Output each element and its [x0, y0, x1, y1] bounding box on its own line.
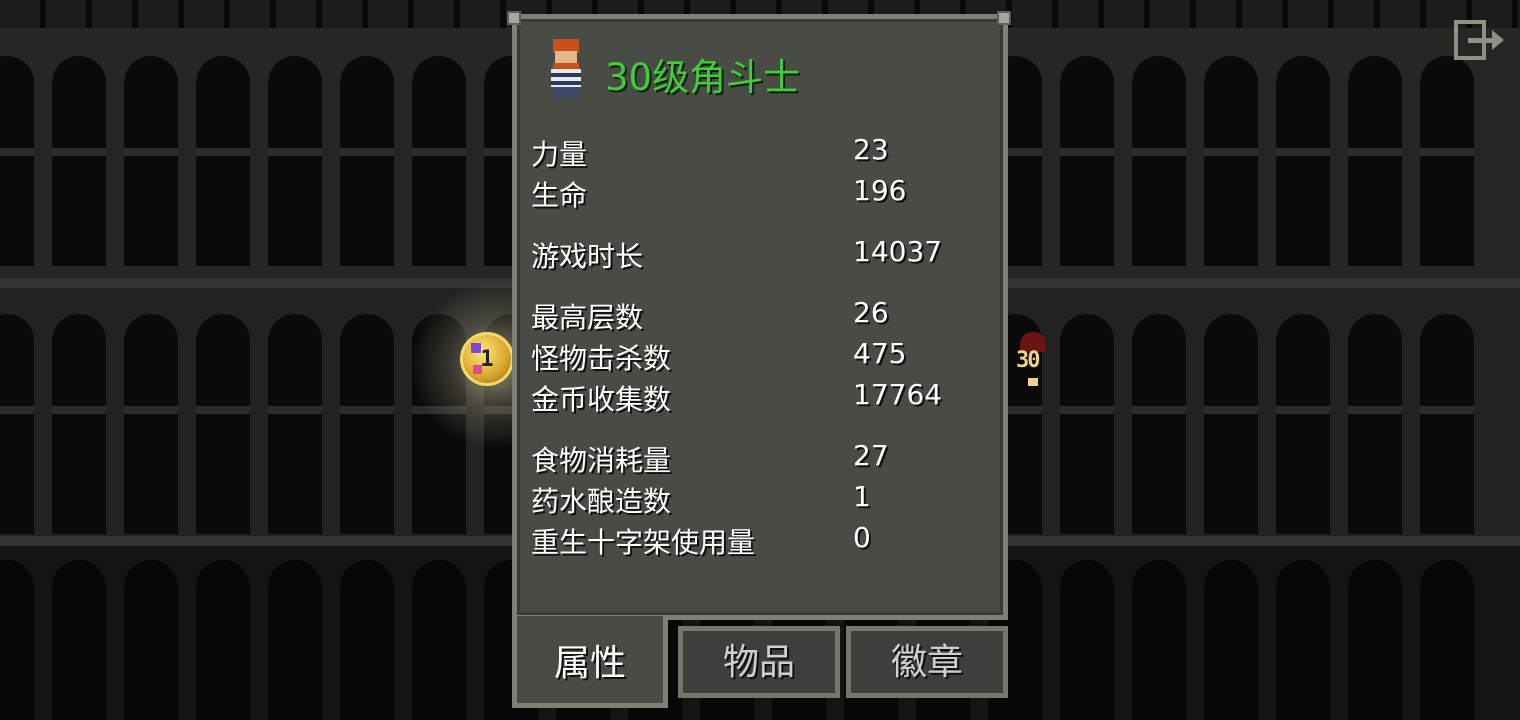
stat-value: 0 [853, 521, 871, 554]
stat-label: 药水酿造数 [531, 485, 672, 518]
stat-label: 力量 [531, 138, 588, 171]
stat-row-gold-collected: 金币收集数 17764 [531, 378, 991, 418]
background-arch [1420, 560, 1474, 720]
stat-label: 最高层数 [531, 301, 644, 334]
background-arch [268, 56, 322, 266]
background-arch [124, 56, 178, 266]
exit-icon [1454, 20, 1504, 60]
background-arch [1420, 314, 1474, 534]
background-arch [1060, 56, 1114, 266]
stat-value: 26 [853, 296, 889, 329]
background-arch [1348, 56, 1402, 266]
background-arch [412, 560, 466, 720]
exit-button[interactable] [1452, 18, 1508, 62]
background-arch [52, 560, 106, 720]
background-arch [340, 56, 394, 266]
background-arch [1204, 560, 1258, 720]
background-arch [196, 56, 250, 266]
stat-value: 475 [853, 337, 907, 370]
background-arch [412, 56, 466, 266]
background-arch [1060, 560, 1114, 720]
background-arch [52, 56, 106, 266]
hero-body [551, 69, 581, 87]
stat-value: 196 [853, 174, 907, 207]
stat-label: 重生十字架使用量 [531, 526, 756, 559]
stat-label: 怪物击杀数 [531, 342, 672, 375]
stat-label: 游戏时长 [531, 240, 644, 273]
background-arch [196, 314, 250, 534]
background-arch [1060, 314, 1114, 534]
background-arch [1348, 560, 1402, 720]
panel-corner [997, 11, 1011, 25]
background-arch [1348, 314, 1402, 534]
stat-row-ankhs-used: 重生十字架使用量 0 [531, 521, 991, 561]
background-arch [0, 560, 34, 720]
stat-row-enemies-killed: 怪物击杀数 475 [531, 337, 991, 377]
background-arch [1276, 560, 1330, 720]
hero-title: 30级角斗士 [605, 56, 801, 99]
background-arch [52, 314, 106, 534]
stat-row-max-depth: 最高层数 26 [531, 296, 991, 336]
background-arch [124, 560, 178, 720]
background-arch [1204, 314, 1258, 534]
background-arch [340, 314, 394, 534]
background-arch [268, 560, 322, 720]
background-arch [124, 314, 178, 534]
stat-row-potions-cooked: 药水酿造数 1 [531, 480, 991, 520]
panel-corner [507, 11, 521, 25]
badge-medal-icon[interactable]: 1 [460, 332, 514, 386]
hero-stats-panel: 30级角斗士 力量 23 生命 196 游戏时长 14037 最高层数 26 怪… [512, 14, 1008, 620]
tab-items[interactable]: 物品 [678, 626, 840, 698]
background-arch [1132, 314, 1186, 534]
stat-value: 14037 [853, 235, 943, 268]
background-arch [196, 560, 250, 720]
enemy-foot [1028, 378, 1038, 386]
stat-row-play-time: 游戏时长 14037 [531, 235, 991, 275]
background-arch [0, 56, 34, 266]
stat-value: 27 [853, 439, 889, 472]
enemy-level: 30 [1016, 348, 1040, 373]
background-arch [1420, 56, 1474, 266]
stat-row-health: 生命 196 [531, 174, 991, 214]
stat-label: 生命 [531, 179, 588, 212]
background-arch [1132, 56, 1186, 266]
stat-value: 17764 [853, 378, 943, 411]
hero-legs [553, 87, 579, 97]
stat-row-strength: 力量 23 [531, 133, 991, 173]
background-arch [0, 314, 34, 534]
stat-label: 食物消耗量 [531, 444, 672, 477]
background-arch [1276, 314, 1330, 534]
tab-label: 属性 [553, 643, 626, 684]
stat-value: 1 [853, 480, 871, 513]
tab-badges[interactable]: 徽章 [846, 626, 1008, 698]
gladiator-sprite-icon [543, 39, 589, 99]
enemy-sprite: 30 [1012, 332, 1052, 388]
stat-row-food-eaten: 食物消耗量 27 [531, 439, 991, 479]
tab-stats[interactable]: 属性 [512, 616, 668, 708]
background-arch [1276, 56, 1330, 266]
background-arch [1204, 56, 1258, 266]
badge-number: 1 [480, 347, 494, 372]
background-arch [340, 560, 394, 720]
tab-label: 物品 [722, 642, 795, 683]
background-arch [1132, 560, 1186, 720]
tab-label: 徽章 [890, 642, 963, 683]
stat-label: 金币收集数 [531, 383, 672, 416]
background-arch [268, 314, 322, 534]
stat-value: 23 [853, 133, 889, 166]
